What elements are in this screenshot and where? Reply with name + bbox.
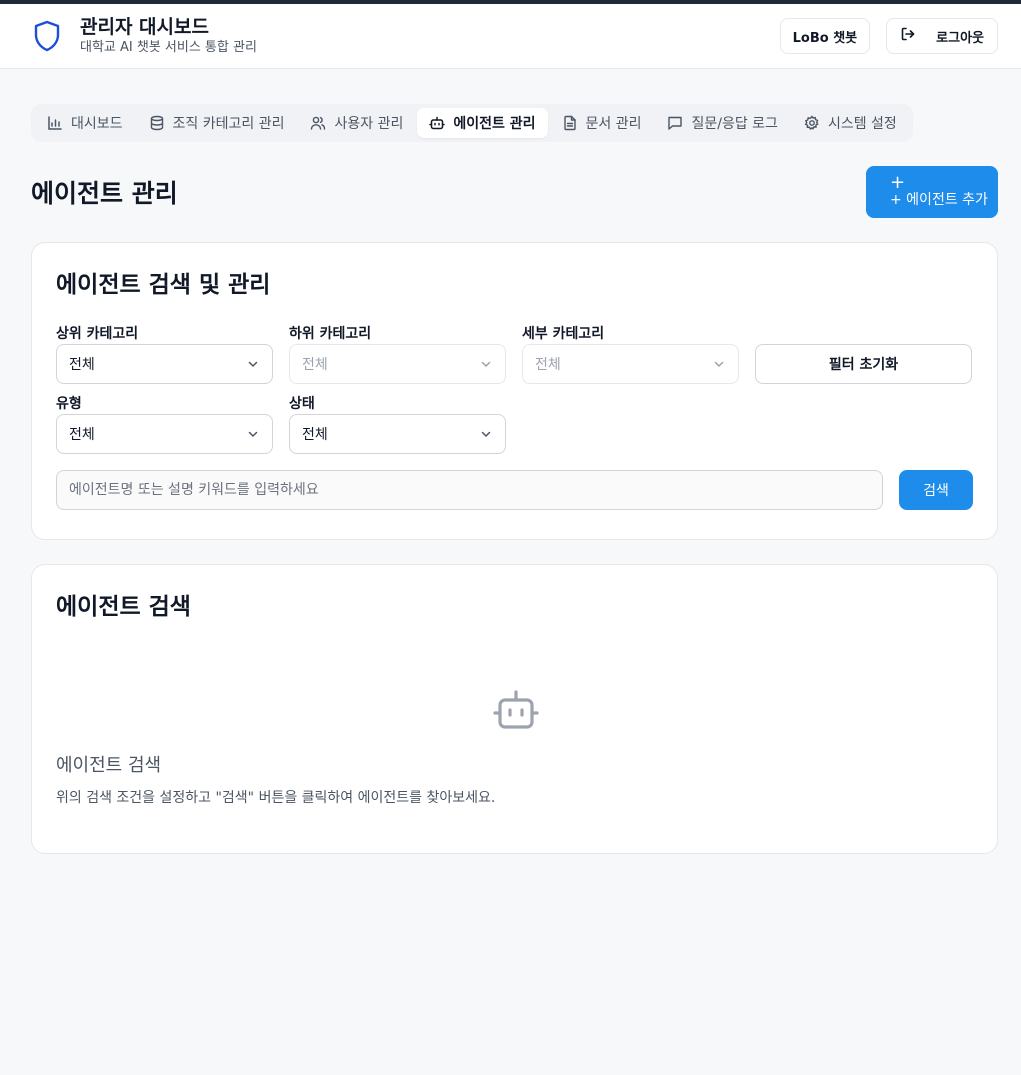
tab-label: 사용자 관리: [334, 116, 404, 132]
tab-label: 조직 카테고리 관리: [172, 116, 285, 132]
chevron-down-icon: [481, 431, 491, 438]
brand: 관리자 대시보드 대학교 AI 챗봇 서비스 통합 관리: [31, 15, 257, 57]
chevron-down-icon: [248, 431, 258, 438]
type-select[interactable]: 전체: [56, 414, 273, 454]
status-select[interactable]: 전체: [289, 414, 506, 454]
bot-icon: [493, 690, 539, 729]
users-icon: [311, 116, 326, 130]
page-title: 에이전트 관리: [31, 179, 178, 208]
tab-label: 대시보드: [71, 116, 123, 132]
chart-icon: [48, 116, 62, 130]
logout-button-label: 로그아웃: [936, 30, 984, 46]
empty-state-title: 에이전트 검색: [56, 755, 162, 776]
select-value: 전체: [69, 427, 95, 443]
message-icon: [668, 116, 683, 130]
database-icon: [150, 115, 163, 131]
select-value: 전체: [69, 357, 95, 373]
detail-category-select[interactable]: 전체: [522, 344, 739, 384]
tab-dashboard[interactable]: 대시보드: [35, 108, 135, 138]
search-input[interactable]: [56, 470, 883, 510]
app-header: 관리자 대시보드 대학교 AI 챗봇 서비스 통합 관리 LoBo 챗봇 로그아…: [0, 4, 1021, 69]
chevron-down-icon: [248, 361, 258, 368]
tab-agents[interactable]: 에이전트 관리: [417, 108, 548, 138]
logout-icon: [900, 26, 916, 46]
plus-icon: +: [890, 172, 906, 193]
chevron-down-icon: [714, 361, 724, 368]
top-category-select[interactable]: 전체: [56, 344, 273, 384]
tab-org-category[interactable]: 조직 카테고리 관리: [137, 108, 297, 138]
filter-card-title: 에이전트 검색 및 관리: [56, 272, 271, 298]
select-value: 전체: [535, 357, 561, 373]
select-value: 전체: [302, 357, 328, 373]
type-label: 유형: [56, 396, 82, 412]
nav-tabs: 대시보드 조직 카테고리 관리 사용자 관리 에이전트 관리 문서 관리 질문/…: [31, 104, 913, 142]
tab-label: 에이전트 관리: [453, 116, 536, 132]
logout-button[interactable]: 로그아웃: [886, 18, 998, 54]
app-title: 관리자 대시보드: [80, 16, 209, 38]
bot-icon: [429, 116, 446, 130]
chevron-down-icon: [481, 361, 491, 368]
empty-state-description: 위의 검색 조건을 설정하고 "검색" 버튼을 클릭하여 에이전트를 찾아보세요…: [56, 790, 496, 806]
sub-category-select[interactable]: 전체: [289, 344, 506, 384]
tab-documents[interactable]: 문서 관리: [550, 108, 654, 138]
add-agent-button[interactable]: + + 에이전트 추가: [866, 166, 998, 218]
filter-card: 에이전트 검색 및 관리 상위 카테고리 전체 하위 카테고리 전체 세부 카테…: [31, 242, 998, 540]
shield-icon: [31, 20, 63, 52]
tab-system-settings[interactable]: 시스템 설정: [792, 108, 909, 138]
results-card: 에이전트 검색 에이전트 검색 위의 검색 조건을 설정하고 "검색" 버튼을 …: [31, 564, 998, 854]
app-subtitle: 대학교 AI 챗봇 서비스 통합 관리: [80, 40, 257, 55]
select-value: 전체: [302, 427, 328, 443]
chatbot-button-label: LoBo 챗봇: [792, 30, 858, 46]
results-card-title: 에이전트 검색: [56, 594, 191, 620]
top-category-label: 상위 카테고리: [56, 326, 139, 342]
sub-category-label: 하위 카테고리: [289, 326, 372, 342]
reset-filters-button[interactable]: 필터 초기화: [755, 344, 972, 384]
tab-label: 문서 관리: [585, 116, 642, 132]
chatbot-button[interactable]: LoBo 챗봇: [779, 18, 871, 54]
file-icon: [563, 115, 576, 131]
gear-icon: [804, 115, 819, 131]
add-agent-label: + 에이전트 추가: [890, 192, 988, 208]
tab-label: 시스템 설정: [827, 116, 897, 132]
tab-users[interactable]: 사용자 관리: [298, 108, 415, 138]
tab-qa-logs[interactable]: 질문/응답 로그: [655, 108, 789, 138]
detail-category-label: 세부 카테고리: [522, 326, 605, 342]
search-button[interactable]: 검색: [899, 470, 973, 510]
tab-label: 질문/응답 로그: [691, 116, 778, 132]
status-label: 상태: [289, 396, 315, 412]
